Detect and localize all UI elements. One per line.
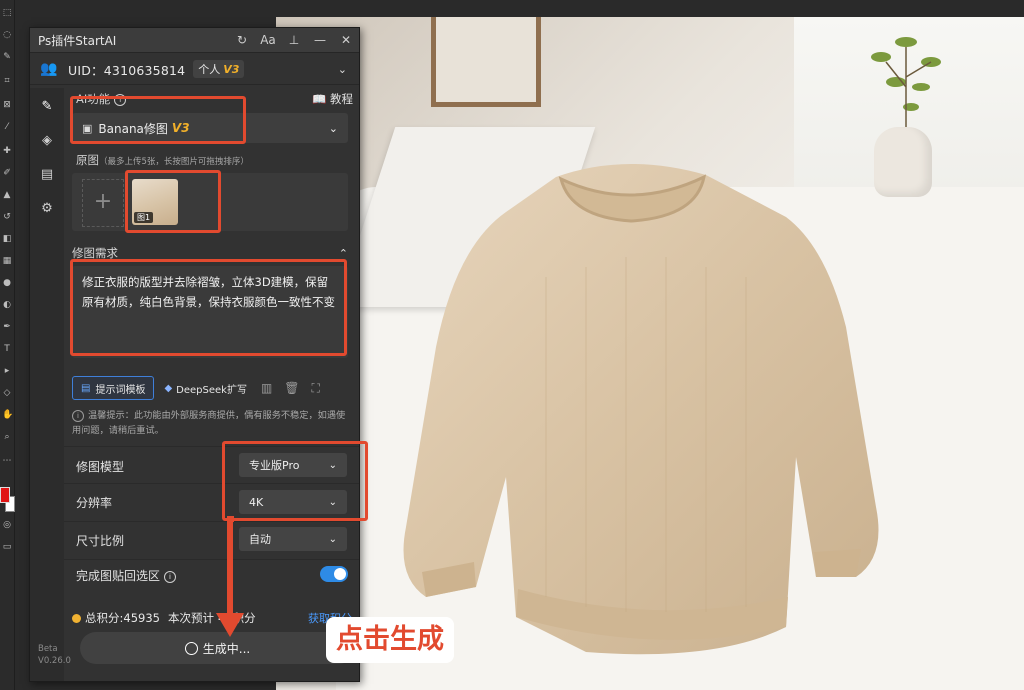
chevron-down-icon: ⌄ [328, 533, 337, 545]
chevron-up-icon[interactable]: ⌃ [339, 247, 348, 260]
expand-icon[interactable]: ⛶ [312, 381, 320, 396]
type-tool-icon[interactable]: T [2, 344, 12, 354]
edit-icon[interactable]: ✎ [38, 98, 56, 116]
plan-label: 个人 [198, 63, 221, 76]
settings-gear-icon[interactable]: ⚙ [38, 200, 56, 218]
healing-tool-icon[interactable]: ✚ [2, 146, 12, 156]
stamp-tool-icon[interactable]: ▲ [2, 190, 12, 200]
highlight-requirement [70, 259, 347, 356]
screen-mode-icon[interactable]: ▭ [2, 542, 12, 552]
brush-tool-icon[interactable]: ✎ [2, 52, 12, 62]
photoshop-toolbar: ⬚ ◌ ✎ ⌗ ⊠ ⁄ ✚ ✐ ▲ ↺ ◧ ▦ ● ◐ ✒ T ▸ ◇ ✋ ⌕ … [0, 0, 15, 690]
add-image-button[interactable]: + [82, 179, 124, 227]
click-generate-callout: 点击生成 [326, 617, 454, 663]
tutorial-link[interactable]: 📖 教程 [312, 91, 353, 107]
panel-titlebar[interactable]: Ps插件StartAI ↻ Aa ⊥ — ✕ [30, 28, 359, 53]
path-select-tool-icon[interactable]: ▸ [2, 366, 12, 376]
hand-tool-icon[interactable]: ✋ [2, 410, 13, 420]
paste-back-toggle[interactable] [320, 566, 348, 582]
prompt-toolbar: ▤ 提示词模板 ◆ DeepSeek扩写 ▥ 🗑 ⛶ [72, 374, 348, 402]
pen-tool-icon[interactable]: ✒ [2, 322, 12, 332]
prompt-template-button[interactable]: ▤ 提示词模板 [72, 376, 155, 400]
whale-icon: ◆ [164, 382, 173, 394]
deepseek-label: DeepSeek扩写 [176, 384, 247, 396]
template-icon: ▤ [81, 382, 91, 394]
document-icon[interactable]: ▤ [38, 166, 56, 184]
paste-back-text: 完成图贴回选区 [76, 569, 161, 583]
sweater-photo [403, 163, 879, 655]
chevron-down-icon[interactable]: ⌄ [338, 63, 347, 76]
highlight-thumbnail [125, 170, 221, 233]
plant-leaves [871, 37, 941, 127]
blur-tool-icon[interactable]: ● [2, 278, 12, 288]
ratio-label: 尺寸比例 [76, 534, 125, 548]
source-image-label: 原图（最多上传5张，长按图片可拖拽排序） [76, 152, 249, 168]
version-number: V0.26.0 [38, 656, 71, 666]
gradient-tool-icon[interactable]: ▦ [2, 256, 12, 266]
more-tools-icon[interactable]: ⋯ [2, 456, 12, 466]
refresh-icon[interactable]: ↻ [229, 33, 255, 47]
info-icon[interactable]: i [164, 570, 177, 583]
layers-icon[interactable]: ◈ [38, 132, 56, 150]
book-icon: 📖 [312, 92, 327, 106]
panel-sidebar: ✎ ◈ ▤ ⚙ [30, 88, 64, 681]
prompt-template-label: 提示词模板 [95, 384, 146, 396]
close-icon[interactable]: ✕ [333, 33, 359, 47]
history-icon[interactable]: ▥ [261, 381, 272, 395]
red-arrow-icon [216, 516, 244, 637]
quick-mask-icon[interactable]: ◎ [2, 520, 12, 530]
pin-icon[interactable]: ⊥ [281, 33, 307, 47]
zoom-tool-icon[interactable]: ⌕ [2, 432, 12, 442]
foreground-color-swatch[interactable] [0, 487, 10, 503]
eraser-tool-icon[interactable]: ◧ [2, 234, 12, 244]
total-points: 总积分:45935 [85, 611, 160, 625]
toggle-knob [334, 568, 346, 580]
chevron-down-icon: ⌄ [328, 121, 338, 135]
shape-tool-icon[interactable]: ◇ [2, 388, 12, 398]
notice-info-icon: i [72, 410, 84, 422]
deepseek-expand-button[interactable]: ◆ DeepSeek扩写 [164, 381, 247, 396]
notice-content: 温馨提示：此功能由外部服务商提供，偶有服务不稳定，如遇使用问题，请稍后重试。 [72, 410, 346, 436]
plan-version: V3 [223, 63, 240, 76]
coin-icon [72, 613, 81, 623]
source-hint: （最多上传5张，长按图片可拖拽排序） [99, 157, 249, 167]
resolution-label: 分辨率 [76, 496, 113, 510]
paste-back-label: 完成图贴回选区 i [76, 567, 177, 584]
eyedropper-tool-icon[interactable]: ⁄ [2, 122, 12, 132]
beta-tag: Beta [38, 644, 58, 654]
user-row[interactable]: 👥 UID：4310635814 个人 V3 ⌄ [30, 54, 359, 85]
history-brush-tool-icon[interactable]: ↺ [2, 212, 12, 222]
tutorial-label: 教程 [329, 92, 353, 106]
lasso-tool-icon[interactable]: ◌ [2, 30, 12, 40]
users-icon: 👥 [40, 61, 58, 77]
frame-tool-icon[interactable]: ⊠ [2, 100, 12, 110]
marquee-tool-icon[interactable]: ⬚ [2, 8, 12, 18]
picture-frame [431, 17, 541, 107]
version-info: Beta V0.26.0 [38, 643, 71, 667]
crop-tool-icon[interactable]: ⌗ [2, 76, 12, 86]
model-label: 修图模型 [76, 460, 125, 474]
minimize-icon[interactable]: — [307, 33, 333, 47]
panel-title: Ps插件StartAI [38, 33, 117, 48]
generate-label: 生成中... [202, 641, 251, 656]
notice-text: i 温馨提示：此功能由外部服务商提供，偶有服务不稳定，如遇使用问题，请稍后重试。 [72, 408, 348, 438]
trash-icon[interactable]: 🗑 [284, 381, 299, 395]
document-canvas[interactable] [276, 17, 1024, 690]
dodge-tool-icon[interactable]: ◐ [2, 300, 12, 310]
uid-text: UID：4310635814 [68, 62, 186, 78]
brush-alt-tool-icon[interactable]: ✐ [2, 168, 12, 178]
plan-badge: 个人 V3 [193, 60, 245, 78]
font-size-icon[interactable]: Aa [255, 33, 281, 47]
highlight-ai-feature [70, 96, 246, 144]
source-label-text: 原图 [76, 153, 99, 167]
loading-spinner-icon [184, 641, 198, 655]
